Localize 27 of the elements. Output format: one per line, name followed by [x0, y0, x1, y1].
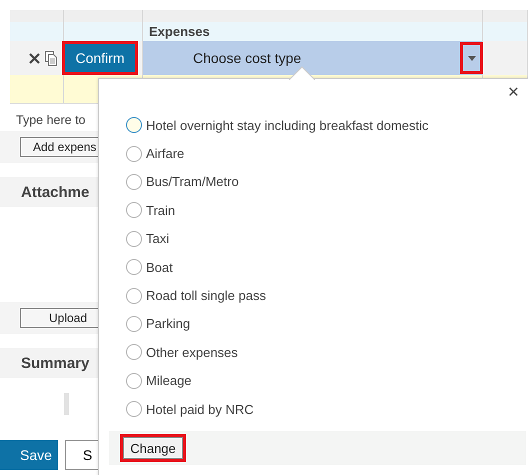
radio-option[interactable]: Hotel overnight stay including breakfast domestic [126, 111, 528, 140]
caret-icon[interactable] [468, 56, 476, 60]
section-heading: Attachme [21, 184, 90, 200]
section-heading: Summary [21, 354, 90, 372]
radio-option[interactable]: Taxi [126, 224, 528, 253]
column-heading: Expenses [148, 24, 210, 39]
close-icon[interactable] [29, 52, 40, 64]
radio-option[interactable]: Hotel paid by NRC [126, 394, 528, 424]
radio-option[interactable]: Airfare [126, 139, 528, 168]
radio-option[interactable]: Parking [126, 310, 528, 338]
save-button[interactable]: Save [0, 440, 58, 470]
scroll-bar [64, 393, 69, 415]
close-button[interactable]: × [508, 85, 519, 101]
confirm-button[interactable]: Confirm [65, 44, 135, 72]
hint-text: Type here to [15, 112, 86, 129]
add-expense-button[interactable]: Add expens [20, 137, 98, 157]
radio-option[interactable]: Road toll single pass [126, 281, 528, 310]
radio-option[interactable]: Other expenses [126, 338, 528, 367]
copy-icon[interactable] [45, 50, 57, 66]
radio-option[interactable]: Bus/Tram/Metro [126, 168, 528, 196]
upload-button[interactable]: Upload [20, 308, 98, 328]
radio-option[interactable]: Boat [126, 252, 528, 282]
radio-option[interactable]: Train [126, 196, 528, 225]
radio-option[interactable]: Mileage [126, 366, 528, 395]
cost-type-select[interactable]: Choose cost type [143, 41, 483, 75]
change-button[interactable]: Change [123, 437, 183, 459]
secondary-button[interactable]: S [64, 440, 98, 470]
